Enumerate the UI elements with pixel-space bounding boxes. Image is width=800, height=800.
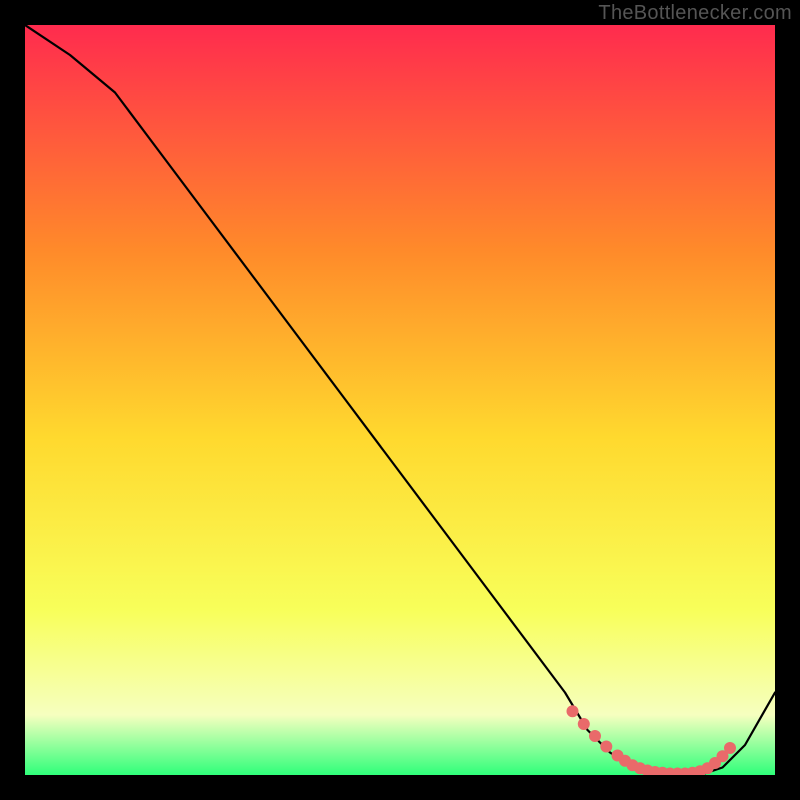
plot-area	[25, 25, 775, 775]
highlight-marker	[600, 741, 612, 753]
highlight-marker	[578, 718, 590, 730]
highlight-marker	[724, 742, 736, 754]
highlight-marker	[589, 730, 601, 742]
curve-layer	[25, 25, 775, 775]
watermark-text: TheBottlenecker.com	[598, 2, 792, 25]
bottleneck-curve	[25, 25, 775, 775]
highlight-marker	[567, 705, 579, 717]
chart-frame: TheBottlenecker.com	[0, 0, 800, 800]
highlight-markers	[567, 705, 737, 775]
